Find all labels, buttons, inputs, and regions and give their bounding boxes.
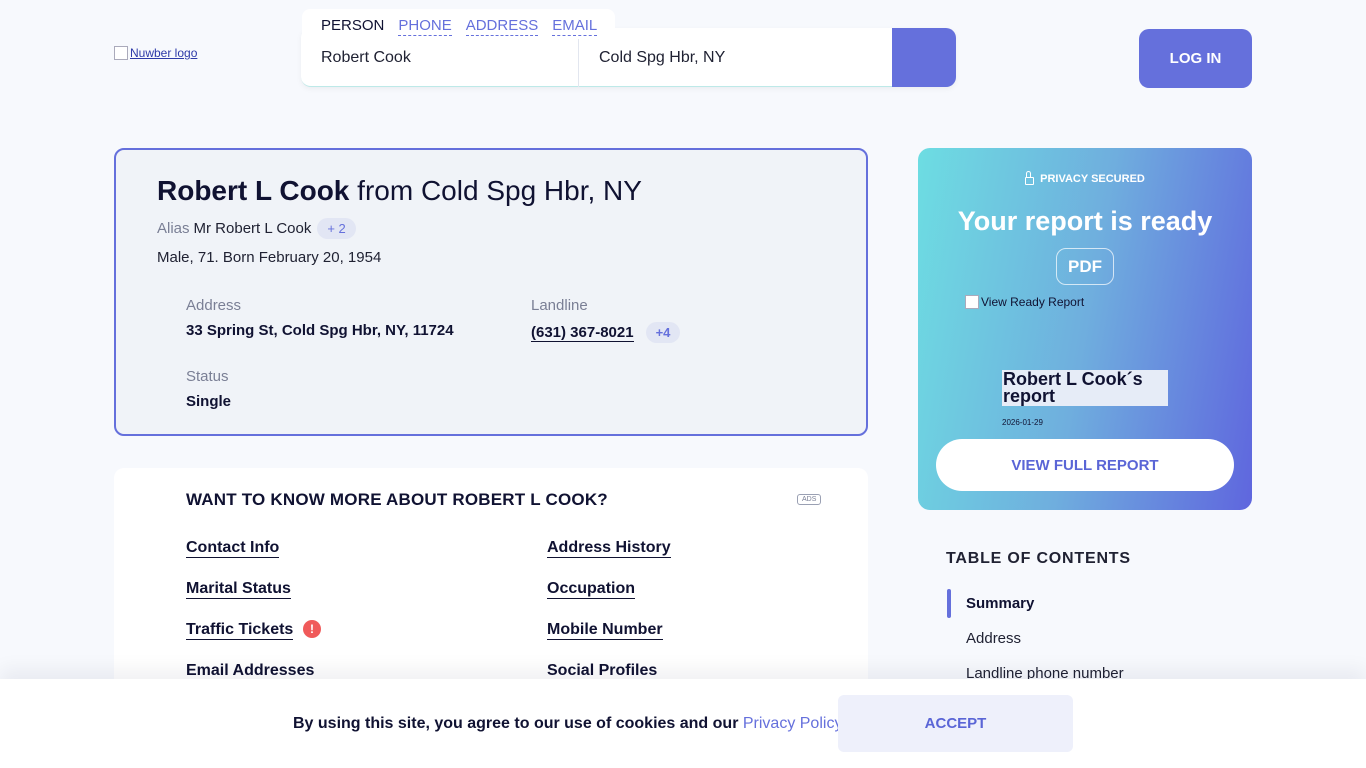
status-value: Single — [186, 393, 232, 410]
view-full-report-button[interactable]: VIEW FULL REPORT — [936, 439, 1234, 491]
report-date: 2026-01-29 — [1002, 418, 1043, 427]
traffic-tickets-link[interactable]: Traffic Tickets — [186, 621, 294, 640]
marital-status-link[interactable]: Marital Status — [186, 580, 291, 599]
toc-active-indicator — [947, 589, 951, 618]
contact-info-link[interactable]: Contact Info — [186, 539, 280, 558]
profile-card: Robert L Cook from Cold Spg Hbr, NY Alia… — [114, 148, 868, 436]
alias-name: Mr Robert L Cook — [193, 220, 312, 237]
login-button[interactable]: LOG IN — [1139, 29, 1252, 88]
demographics: Male, 71. Born February 20, 1954 — [157, 249, 382, 266]
location-input[interactable]: Cold Spg Hbr, NY — [599, 28, 889, 87]
person-name: Robert L Cook — [157, 175, 350, 206]
warning-icon: ! — [303, 620, 321, 638]
search-button[interactable] — [892, 28, 956, 87]
logo-alt-text: Nuwber logo — [130, 46, 198, 60]
report-ready-heading: Your report is ready — [957, 206, 1213, 236]
landline-more-badge[interactable]: +4 — [645, 322, 681, 343]
report-preview-image: View Ready Report — [965, 295, 1084, 309]
address-label: Address — [186, 297, 242, 314]
page-title: Robert L Cook from Cold Spg Hbr, NY — [157, 174, 866, 208]
toc-item-address[interactable]: Address — [966, 630, 1021, 647]
landline-link[interactable]: (631) 367-8021 — [531, 324, 634, 342]
alias-label: Alias — [157, 220, 190, 237]
person-location: from Cold Spg Hbr, NY — [349, 175, 642, 206]
address-history-link[interactable]: Address History — [547, 539, 671, 558]
tab-email[interactable]: EMAIL — [552, 18, 598, 36]
report-title: Robert L Cook´s report — [1002, 370, 1168, 406]
address-block: Address 33 Spring St, Cold Spg Hbr, NY, … — [186, 297, 454, 339]
privacy-secured: PRIVACY SECURED — [918, 171, 1252, 185]
nuwber-logo[interactable]: Nuwber logo — [114, 46, 197, 60]
report-card: PRIVACY SECURED Your report is ready PDF… — [918, 148, 1252, 510]
alias-more-badge[interactable]: + 2 — [317, 218, 356, 239]
tab-phone[interactable]: PHONE — [398, 18, 452, 36]
accept-cookies-button[interactable]: ACCEPT — [838, 695, 1073, 752]
status-label: Status — [186, 368, 229, 385]
search-tabs: PERSON PHONE ADDRESS EMAIL — [302, 9, 616, 39]
address-value: 33 Spring St, Cold Spg Hbr, NY, 11724 — [186, 322, 454, 339]
mobile-number-link[interactable]: Mobile Number — [547, 621, 663, 640]
broken-image-icon — [114, 46, 128, 60]
more-info-title: WANT TO KNOW MORE ABOUT ROBERT L COOK? — [186, 490, 608, 509]
toc-item-summary[interactable]: Summary — [966, 595, 1034, 612]
landline-block: Landline (631) 367-8021 +4 — [531, 297, 681, 343]
pdf-badge: PDF — [1056, 248, 1114, 285]
cookie-message: By using this site, you agree to our use… — [293, 715, 847, 733]
cookie-banner: By using this site, you agree to our use… — [0, 679, 1366, 768]
ads-badge: ADS — [797, 494, 822, 505]
broken-image-icon — [965, 295, 979, 309]
alias-row: Alias Mr Robert L Cook + 2 — [157, 218, 866, 239]
status-block: Status Single — [186, 368, 231, 410]
tab-address[interactable]: ADDRESS — [465, 18, 539, 36]
toc-title: TABLE OF CONTENTS — [946, 550, 1131, 567]
privacy-policy-link[interactable]: Privacy Policy — [743, 715, 843, 732]
lock-icon — [1025, 171, 1035, 185]
landline-label: Landline — [531, 297, 588, 314]
occupation-link[interactable]: Occupation — [547, 580, 636, 599]
privacy-secured-label: PRIVACY SECURED — [1040, 173, 1145, 185]
tab-person[interactable]: PERSON — [321, 18, 384, 36]
cookie-text: By using this site, you agree to our use… — [293, 715, 743, 732]
report-image-alt: View Ready Report — [981, 295, 1085, 309]
